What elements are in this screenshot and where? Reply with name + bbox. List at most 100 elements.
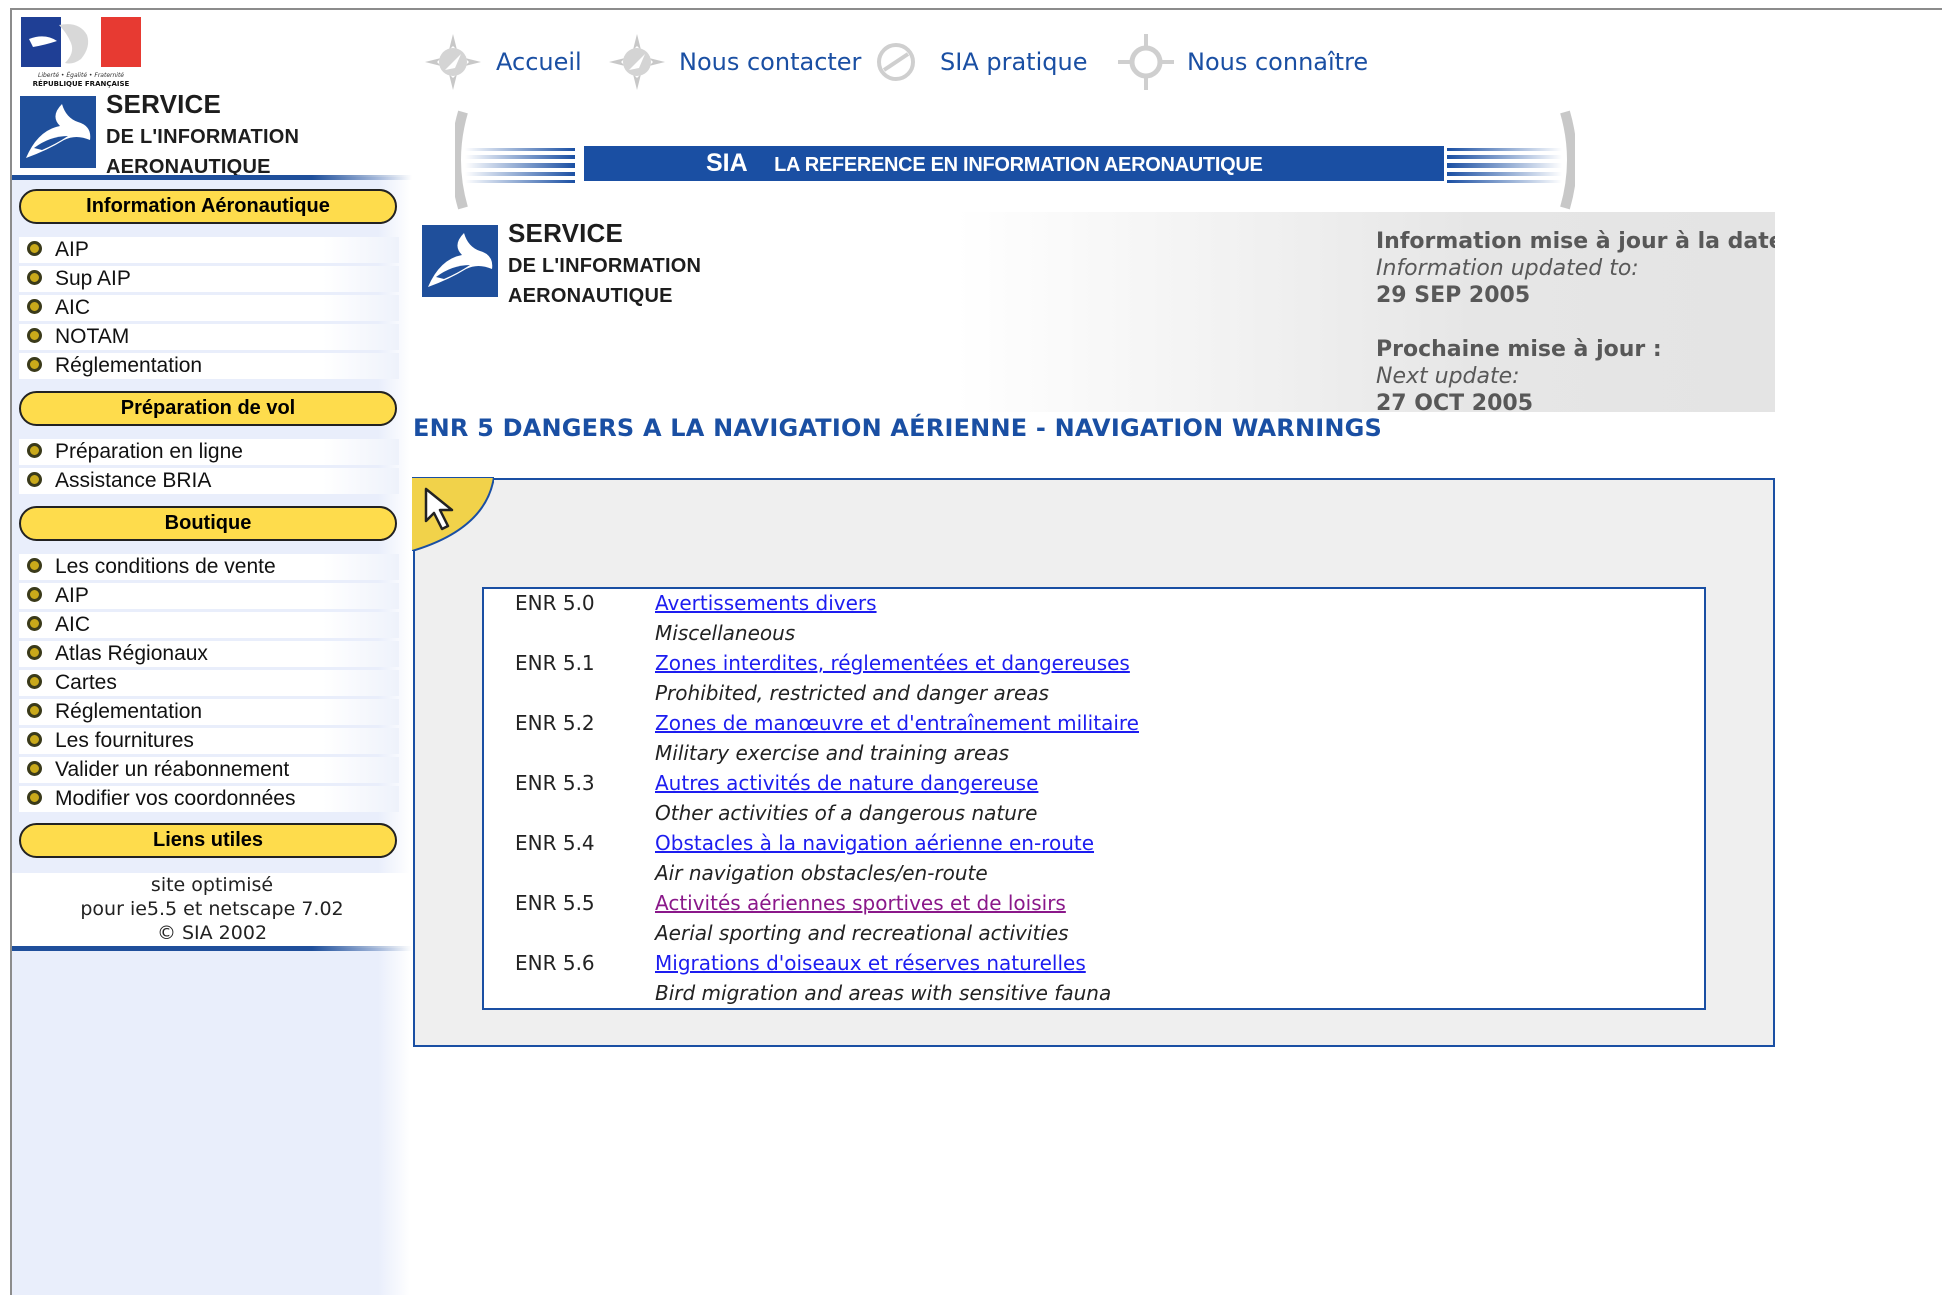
bullet-icon [27, 298, 42, 314]
menu-item-label: Valider un réabonnement [55, 758, 290, 781]
menu-item-label: Assistance BRIA [55, 469, 212, 492]
menu-item-aip[interactable]: AIP [19, 237, 399, 263]
republique-francaise-logo: Liberté • Égalité • Fraternité RÉPUBLIQU… [21, 17, 141, 88]
nav-nous-contacter[interactable]: Nous contacter [679, 44, 861, 80]
update-label-en: Information updated to: [1376, 256, 1639, 281]
footer-underline [12, 946, 412, 951]
row-code: ENR 5.3 [515, 771, 595, 795]
nav-sia-pratique[interactable]: SIA pratique [940, 44, 1087, 80]
bullet-icon [27, 269, 42, 285]
bullet-icon [27, 471, 42, 487]
service-line-1: SERVICE [106, 89, 222, 119]
menu-item-cartes[interactable]: Cartes [19, 670, 399, 696]
bullet-icon [27, 702, 42, 718]
menu-item-label: AIC [55, 296, 91, 319]
menu-item-boutique-reglementation[interactable]: Réglementation [19, 699, 399, 725]
nav-accueil[interactable]: Accueil [496, 44, 582, 80]
bullet-icon [27, 586, 42, 602]
menu-item-label: Sup AIP [55, 267, 131, 290]
menu-item-atlas-regionaux[interactable]: Atlas Régionaux [19, 641, 399, 667]
compass-icon [609, 34, 665, 90]
menu-item-assistance-bria[interactable]: Assistance BRIA [19, 468, 399, 494]
menu-item-reglementation[interactable]: Réglementation [19, 353, 399, 379]
bullet-icon [27, 644, 42, 660]
menu-item-boutique-aic[interactable]: AIC [19, 612, 399, 638]
row-code: ENR 5.6 [515, 951, 595, 975]
bullet-icon [27, 789, 42, 805]
menu-item-fournitures[interactable]: Les fournitures [19, 728, 399, 754]
menu-item-label: AIP [55, 238, 89, 261]
bullet-icon [27, 615, 42, 631]
service-line-2: DE L'INFORMATION [106, 126, 300, 148]
section-preparation-de-vol: Préparation de vol [19, 391, 397, 426]
row-english-title: Miscellaneous [655, 621, 796, 645]
service-line-2: DE L'INFORMATION [508, 255, 702, 277]
menu-item-label: Les conditions de vente [55, 555, 276, 578]
row-link-enr-5-1[interactable]: Zones interdites, réglementées et danger… [655, 649, 1130, 677]
menu-item-aic[interactable]: AIC [19, 295, 399, 321]
bullet-icon [27, 442, 42, 458]
menu-item-label: NOTAM [55, 325, 130, 348]
menu-item-label: Préparation en ligne [55, 440, 243, 463]
menu-item-notam[interactable]: NOTAM [19, 324, 399, 350]
row-link-enr-5-0[interactable]: Avertissements divers [655, 589, 877, 617]
update-info: Information mise à jour à la date : Info… [1376, 228, 1775, 412]
next-update-label-fr: Prochaine mise à jour : [1376, 337, 1662, 362]
bullet-icon [27, 356, 42, 372]
next-update-date: 27 OCT 2005 [1376, 391, 1534, 412]
republic-name: RÉPUBLIQUE FRANÇAISE [33, 79, 130, 88]
row-english-title: Aerial sporting and recreational activit… [655, 921, 1069, 945]
cursor-arrow-icon [412, 477, 494, 551]
next-update-label-en: Next update: [1376, 364, 1520, 389]
no-entry-icon [877, 43, 915, 81]
menu-item-label: Réglementation [55, 700, 203, 723]
footer-line-2: pour ie5.5 et netscape 7.02 [80, 898, 344, 920]
banner-sia: SIA [706, 149, 748, 177]
nav-nous-connaitre[interactable]: Nous connaître [1187, 44, 1368, 80]
crosshair-icon [1118, 34, 1174, 90]
bullet-icon [27, 731, 42, 747]
sidebar-footer: site optimisé pour ie5.5 et netscape 7.0… [12, 873, 412, 948]
menu-item-conditions-de-vente[interactable]: Les conditions de vente [19, 554, 399, 580]
row-code: ENR 5.4 [515, 831, 595, 855]
section-boutique: Boutique [19, 506, 397, 541]
menu-item-label: AIP [55, 584, 89, 607]
service-line-1: SERVICE [508, 218, 624, 248]
row-link-enr-5-5[interactable]: Activités aériennes sportives et de lois… [655, 889, 1066, 917]
row-code: ENR 5.2 [515, 711, 595, 735]
menu-item-modifier-coordonnees[interactable]: Modifier vos coordonnées [19, 786, 399, 812]
section-liens-utiles[interactable]: Liens utiles [19, 823, 397, 858]
service-title: SERVICE DE L'INFORMATION AERONAUTIQUE [106, 90, 299, 183]
row-link-enr-5-4[interactable]: Obstacles à la navigation aérienne en-ro… [655, 829, 1094, 857]
bullet-icon [27, 557, 42, 573]
row-english-title: Other activities of a dangerous nature [655, 801, 1038, 825]
menu-item-sup-aip[interactable]: Sup AIP [19, 266, 399, 292]
row-english-title: Bird migration and areas with sensitive … [655, 981, 1112, 1005]
row-link-enr-5-2[interactable]: Zones de manœuvre et d'entraînement mili… [655, 709, 1139, 737]
row-link-enr-5-3[interactable]: Autres activités de nature dangereuse [655, 769, 1038, 797]
menu-item-label: Les fournitures [55, 729, 194, 752]
menu-item-preparation-en-ligne[interactable]: Préparation en ligne [19, 439, 399, 465]
service-line-3: AERONAUTIQUE [508, 285, 673, 307]
banner-bar: SIA LA REFERENCE EN INFORMATION AERONAUT… [584, 146, 1444, 181]
service-title-secondary: SERVICE DE L'INFORMATION AERONAUTIQUE [508, 219, 701, 312]
row-code: ENR 5.5 [515, 891, 595, 915]
page-title: ENR 5 DANGERS A LA NAVIGATION AÉRIENNE -… [413, 414, 1383, 442]
menu-item-valider-reabonnement[interactable]: Valider un réabonnement [19, 757, 399, 783]
row-code: ENR 5.1 [515, 651, 595, 675]
footer-line-1: site optimisé [150, 874, 274, 896]
bullet-icon [27, 240, 42, 256]
row-code: ENR 5.0 [515, 591, 595, 615]
menu-item-label: AIC [55, 613, 91, 636]
menu-item-label: Modifier vos coordonnées [55, 787, 296, 810]
banner-tagline: LA REFERENCE EN INFORMATION AERONAUTIQUE [774, 154, 1263, 176]
menu-item-label: Réglementation [55, 354, 203, 377]
brand-underline [12, 175, 412, 180]
bullet-icon [27, 673, 42, 689]
row-english-title: Prohibited, restricted and danger areas [655, 681, 1049, 705]
update-label-fr: Information mise à jour à la date : [1376, 229, 1775, 254]
menu-item-boutique-aip[interactable]: AIP [19, 583, 399, 609]
row-link-enr-5-6[interactable]: Migrations d'oiseaux et réserves naturel… [655, 949, 1086, 977]
menu-item-label: Cartes [55, 671, 117, 694]
menu-item-label: Atlas Régionaux [55, 642, 208, 665]
